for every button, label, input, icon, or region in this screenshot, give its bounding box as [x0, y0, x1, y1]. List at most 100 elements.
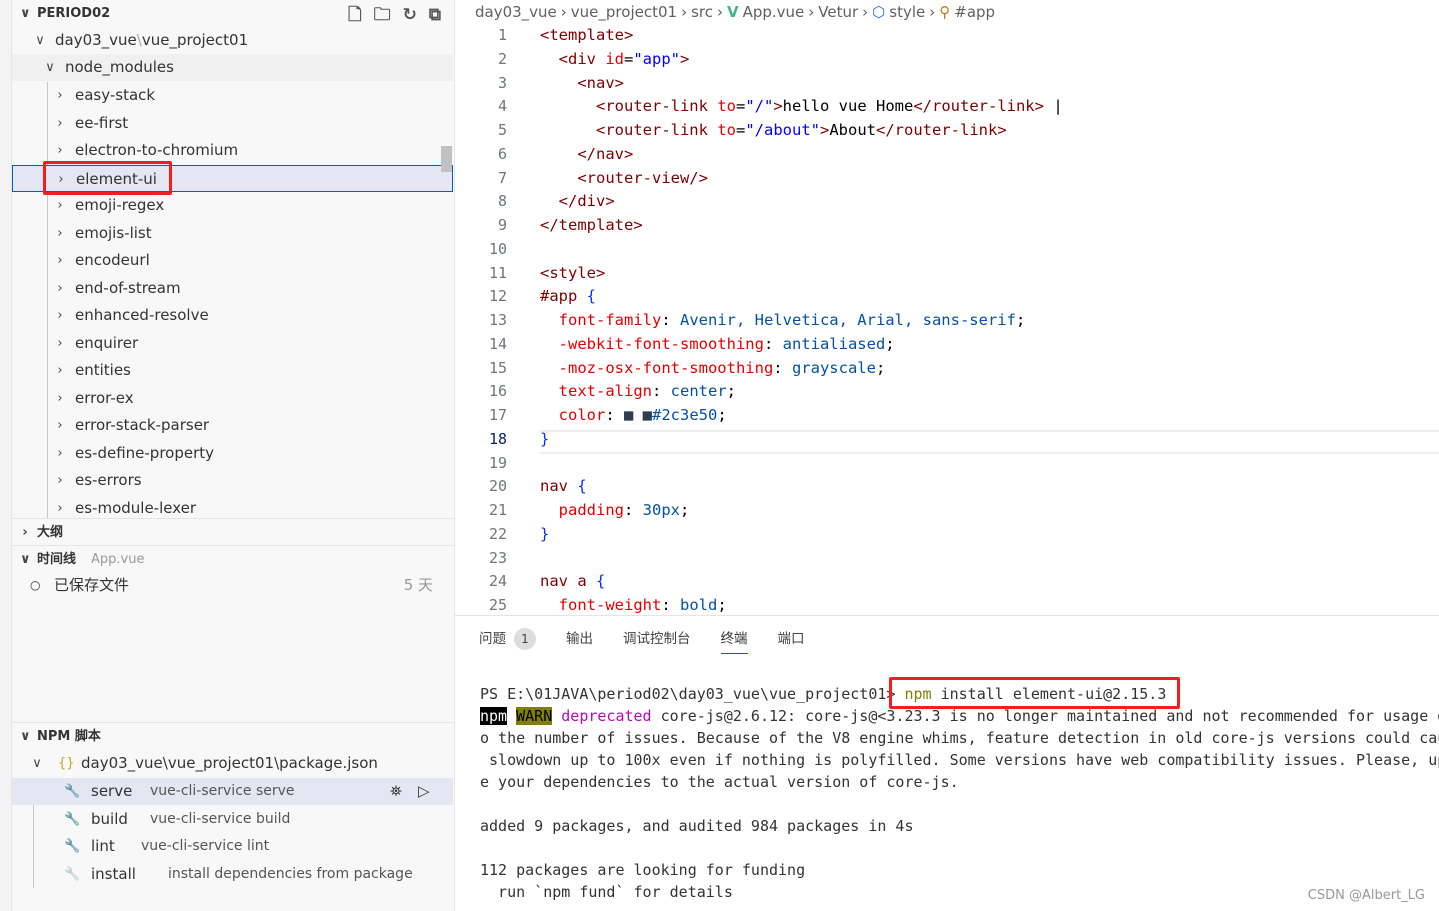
code-token: </div>: [540, 192, 615, 211]
code-line[interactable]: <router-view/>: [540, 169, 708, 187]
warn-label: WARN: [516, 707, 553, 725]
tree-item-label: enhanced-resolve: [75, 306, 209, 324]
code-line[interactable]: <div id="app">: [540, 49, 690, 68]
code-line[interactable]: font-weight: bold;: [540, 596, 727, 614]
breadcrumb-item[interactable]: day03_vue: [475, 3, 557, 21]
explorer-root-label: PERIOD02: [37, 6, 111, 21]
folder-node-modules[interactable]: ∨ node_modules: [12, 54, 453, 81]
scrollbar-thumb[interactable]: [441, 146, 452, 172]
editor[interactable]: day03_vue › vue_project01 › src › V App.vue › Vet…: [455, 0, 1439, 615]
code-line[interactable]: nav {: [540, 477, 587, 495]
line-number: 14: [488, 334, 507, 353]
tree-item[interactable]: › emojis-list: [12, 220, 453, 247]
symbol-icon: ⚲: [939, 3, 951, 21]
collapse-all-icon[interactable]: ⧉: [429, 2, 441, 29]
tab-output[interactable]: 输出: [566, 628, 593, 654]
code-line[interactable]: </div>: [540, 192, 615, 210]
tree-item[interactable]: › es-errors: [12, 467, 453, 494]
code-line[interactable]: -moz-osx-font-smoothing: grayscale;: [540, 359, 886, 377]
code-line[interactable]: padding: 30px;: [540, 501, 690, 519]
code-line[interactable]: -webkit-font-smoothing: antialiased;: [540, 335, 895, 353]
code-token: :: [605, 406, 624, 424]
breadcrumb-item[interactable]: #app: [954, 3, 995, 21]
line-number: 19: [488, 453, 507, 472]
tab-ports[interactable]: 端口: [778, 628, 805, 654]
tree-item-label: ee-first: [75, 113, 129, 132]
color-swatch: ■ ■: [624, 406, 652, 424]
chevron-down-icon: ∨: [35, 33, 45, 48]
tree-item[interactable]: › easy-stack: [12, 82, 453, 109]
line-number: 18: [488, 429, 507, 448]
code-line[interactable]: text-align: center;: [540, 382, 736, 400]
tree-item[interactable]: › enhanced-resolve: [12, 302, 453, 329]
sidebar-gutter: [0, 0, 12, 911]
npm-script-build[interactable]: 🔧 build vue-cli-service build: [12, 806, 453, 833]
tree-item[interactable]: › enquirer: [12, 330, 453, 357]
chevron-right-icon: ›: [57, 308, 63, 323]
terminal-line: e your dependencies to the actual versio…: [480, 773, 959, 791]
tree-item[interactable]: › entities: [12, 357, 453, 384]
code-line[interactable]: <template>: [540, 26, 633, 44]
line-number: 2: [497, 49, 507, 68]
breadcrumb-item[interactable]: App.vue: [743, 3, 805, 21]
timeline-entry[interactable]: ○ 已保存文件 5 天: [12, 572, 453, 599]
tree-item[interactable]: › es-define-property: [12, 440, 453, 467]
code-line[interactable]: <style>: [540, 264, 605, 282]
code-line[interactable]: <nav>: [540, 74, 624, 92]
code-line[interactable]: nav a {: [540, 572, 605, 590]
code-line[interactable]: <router-link to="/about">About</router-l…: [540, 121, 1007, 139]
tree-item[interactable]: › electron-to-chromium: [12, 137, 453, 164]
tree-item[interactable]: › error-ex: [12, 385, 453, 412]
refresh-icon[interactable]: ↻: [403, 2, 417, 29]
tab-problems[interactable]: 问题 1: [479, 628, 536, 654]
code-token: =: [735, 97, 746, 116]
tree-item[interactable]: › ee-first: [12, 110, 453, 137]
npm-script-serve[interactable]: 🔧 serve vue-cli-service serve ⛯ ▷: [12, 778, 453, 805]
line-number: 25: [488, 596, 507, 614]
project-folder[interactable]: ∨ day03_vue\vue_project01: [12, 27, 453, 54]
line-number: 8: [497, 192, 507, 211]
code-token: <div: [540, 49, 606, 68]
tab-terminal[interactable]: 终端: [720, 628, 748, 654]
cube-icon: ⬡: [872, 3, 886, 21]
tree-item[interactable]: › encodeurl: [12, 247, 453, 274]
npm-package[interactable]: ∨ {} day03_vue\vue_project01\package.jso…: [12, 750, 453, 777]
code-line[interactable]: }: [540, 430, 549, 448]
code-line[interactable]: #app {: [540, 287, 596, 305]
tree-item[interactable]: › emoji-regex: [12, 192, 453, 219]
npm-script-install[interactable]: 🔧 install install dependencies from packag…: [12, 861, 453, 888]
code-line[interactable]: }: [540, 525, 549, 543]
line-number: 15: [488, 358, 507, 377]
code-token: |: [1043, 97, 1063, 116]
debug-icon[interactable]: ⛯: [390, 778, 402, 805]
tab-debug-console[interactable]: 调试控制台: [623, 628, 691, 654]
new-folder-icon[interactable]: 🗀: [374, 2, 391, 29]
run-icon[interactable]: ▷: [418, 778, 430, 805]
chevron-right-icon: ›: [22, 525, 28, 540]
script-name: lint: [91, 837, 115, 855]
breadcrumb-item[interactable]: style: [889, 3, 925, 21]
script-name: build: [91, 809, 128, 828]
tree-item[interactable]: › end-of-stream: [12, 275, 453, 302]
breadcrumb-item[interactable]: vue_project01: [571, 3, 677, 21]
line-number: 17: [488, 406, 507, 424]
code-line[interactable]: <router-link to="/">hello vue Home</rout…: [540, 97, 1063, 115]
new-file-icon[interactable]: 🗋: [348, 2, 362, 29]
npm-scripts-section[interactable]: ∨ NPM 脚本: [12, 722, 453, 749]
code-line[interactable]: color: ■ ■#2c3e50;: [540, 406, 727, 424]
tree-item-label: emojis-list: [75, 223, 152, 242]
code-token: hello vue Home: [782, 97, 914, 116]
code-token: :: [661, 311, 680, 329]
line-number: 24: [488, 572, 507, 591]
timeline-section[interactable]: ∨ 时间线 App.vue: [12, 545, 453, 572]
outline-section[interactable]: › 大纲: [12, 518, 453, 545]
npm-script-lint[interactable]: 🔧 lint vue-cli-service lint: [12, 833, 453, 860]
breadcrumb-item[interactable]: Vetur: [818, 3, 858, 21]
tree-item[interactable]: › error-stack-parser: [12, 412, 453, 439]
breadcrumb-item[interactable]: src: [691, 3, 713, 21]
code-line[interactable]: </nav>: [540, 145, 633, 163]
code-line[interactable]: font-family: Avenir, Helvetica, Arial, s…: [540, 311, 1026, 329]
explorer-root[interactable]: ∨ PERIOD02 🗋 🗀 ↻ ⧉: [12, 0, 453, 27]
code-line[interactable]: </template>: [540, 216, 643, 234]
package-path: day03_vue\vue_project01\package.json: [81, 754, 378, 772]
